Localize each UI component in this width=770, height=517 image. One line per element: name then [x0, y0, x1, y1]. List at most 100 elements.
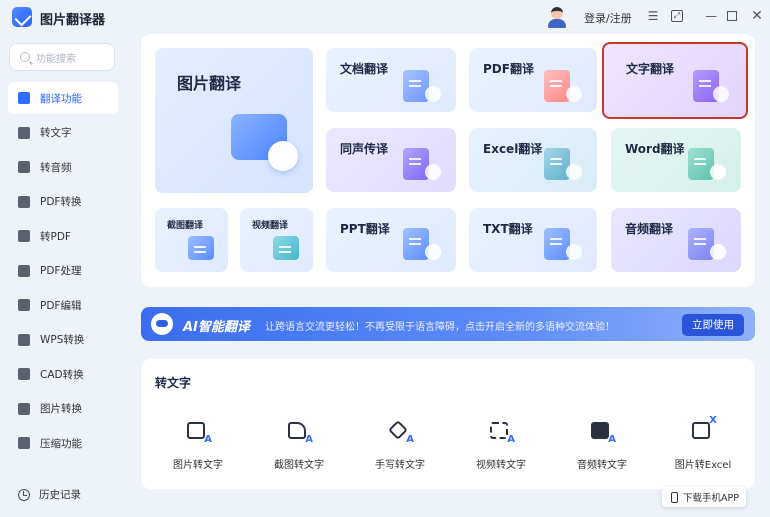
tool-label: 手写转文字: [375, 460, 425, 471]
video-icon: [273, 236, 299, 260]
sidebar-item-pdf-edit[interactable]: PDF编辑: [8, 289, 118, 321]
handwriting-text-icon: A: [388, 420, 414, 445]
tile-label: PDF翻译: [483, 62, 534, 76]
tile-label: 视频翻译: [252, 221, 289, 231]
tile-label: 图片翻译: [177, 74, 242, 93]
badge-icon: [710, 244, 726, 260]
sidebar-item-wps[interactable]: WPS转换: [8, 324, 118, 356]
txt-translate-tile[interactable]: TXT翻译: [469, 208, 597, 272]
pin-icon[interactable]: ⤢: [671, 10, 683, 22]
ppt-translate-tile[interactable]: PPT翻译: [326, 208, 456, 272]
sidebar-item-to-text[interactable]: 转文字: [8, 117, 118, 149]
sidebar-item-label: 转音频: [40, 161, 72, 174]
tile-label: 文档翻译: [340, 62, 389, 76]
tile-label: PPT翻译: [340, 222, 390, 236]
tool-screenshot-to-text[interactable]: A 截图转文字: [259, 420, 339, 471]
use-now-button[interactable]: 立即使用: [682, 314, 744, 336]
badge-icon: [425, 164, 441, 180]
tool-image-to-text[interactable]: A 图片转文字: [158, 420, 238, 471]
tool-label: 视频转文字: [476, 460, 526, 471]
ai-description: 让跨语言交流更轻松！不再受限于语言障碍，点击开启全新的多语种交流体验！: [265, 322, 615, 333]
sidebar-item-label: 转PDF: [40, 230, 71, 243]
tool-label: 截图转文字: [274, 460, 324, 471]
history-label: 历史记录: [39, 489, 81, 501]
tile-label: 截图翻译: [167, 221, 204, 231]
app-title: 图片翻译器: [40, 13, 106, 28]
robot-icon: [151, 313, 173, 335]
sidebar-item-pdf-convert[interactable]: PDF转换: [8, 186, 118, 218]
sidebar-item-compress[interactable]: 压缩功能: [8, 427, 118, 459]
search-box[interactable]: 功能搜索: [9, 43, 115, 71]
sidebar-item-translate[interactable]: 翻译功能: [8, 82, 118, 114]
image-excel-icon: X: [692, 415, 717, 442]
sidebar-item-label: PDF编辑: [40, 299, 82, 312]
sidebar-item-pdf-process[interactable]: PDF处理: [8, 255, 118, 287]
image-text-icon: A: [187, 420, 212, 445]
swap-icon: [713, 86, 729, 102]
minimize-icon[interactable]: —: [704, 9, 718, 23]
sidebar-item-label: CAD转换: [40, 368, 84, 381]
sidebar-item-image-convert[interactable]: 图片转换: [8, 393, 118, 425]
sidebar-item-to-pdf[interactable]: 转PDF: [8, 220, 118, 252]
sidebar-item-label: PDF转换: [40, 196, 82, 208]
sidebar-item-label: PDF处理: [40, 265, 82, 277]
user-avatar[interactable]: [546, 5, 568, 29]
tile-label: 音频翻译: [625, 222, 674, 236]
screenshot-icon: [188, 236, 214, 260]
tile-label: Word翻译: [625, 142, 685, 156]
search-placeholder: 功能搜索: [36, 53, 76, 65]
menu-icon[interactable]: ☰: [646, 9, 660, 23]
tool-video-to-text[interactable]: A 视频转文字: [461, 420, 541, 471]
ai-banner: AI智能翻译 让跨语言交流更轻松！不再受限于语言障碍，点击开启全新的多语种交流体…: [141, 307, 755, 341]
image-convert-icon: [18, 402, 30, 415]
title-bar: 图片翻译器 登录/注册 ☰ ⤢ — ✕: [0, 0, 770, 34]
badge-icon: [710, 164, 726, 180]
phone-icon: [671, 491, 678, 503]
pdf-translate-tile[interactable]: PDF翻译: [469, 48, 597, 112]
pdf-edit-icon: [18, 299, 30, 311]
tile-label: TXT翻译: [483, 222, 533, 236]
maximize-icon[interactable]: [727, 11, 737, 21]
sidebar-item-label: 图片转换: [40, 403, 82, 415]
audio-text-icon: A: [591, 420, 616, 445]
sim-translate-tile[interactable]: 同声传译: [326, 128, 456, 192]
doc-translate-tile[interactable]: 文档翻译: [326, 48, 456, 112]
undo-icon: [268, 141, 298, 171]
word-translate-tile[interactable]: Word翻译: [611, 128, 741, 192]
wps-icon: [18, 333, 30, 346]
clock-icon: [18, 488, 30, 501]
screenshot-translate-tile[interactable]: 截图翻译: [155, 208, 228, 272]
sidebar-item-cad[interactable]: CAD转换: [8, 358, 118, 390]
ai-title: AI智能翻译: [183, 320, 250, 335]
tool-image-to-excel[interactable]: X 图片转Excel: [663, 415, 743, 471]
search-icon: [20, 52, 30, 62]
tool-handwriting-to-text[interactable]: A 手写转文字: [360, 420, 440, 471]
audio-translate-tile[interactable]: 音频翻译: [611, 208, 741, 272]
screenshot-text-icon: A: [288, 420, 313, 445]
history-button[interactable]: 历史记录: [18, 487, 81, 502]
compress-icon: [18, 437, 30, 449]
cad-icon: [18, 368, 30, 380]
tool-audio-to-text[interactable]: A 音频转文字: [562, 420, 642, 471]
tool-label: 图片转文字: [173, 460, 223, 471]
badge-icon: [566, 86, 582, 102]
download-app-button[interactable]: 下载手机APP: [662, 487, 746, 507]
pdf-process-icon: [18, 264, 30, 277]
tile-label: 文字翻译: [626, 62, 675, 76]
excel-translate-tile[interactable]: Excel翻译: [469, 128, 597, 192]
app-logo-icon: [12, 7, 32, 27]
image-translate-tile[interactable]: 图片翻译: [155, 48, 313, 193]
text-translate-tile[interactable]: 文字翻译: [602, 42, 748, 119]
video-text-icon: A: [490, 420, 515, 445]
video-translate-tile[interactable]: 视频翻译: [240, 208, 313, 272]
close-icon[interactable]: ✕: [750, 9, 764, 23]
login-button[interactable]: 登录/注册: [584, 10, 632, 26]
sidebar-nav: 翻译功能 转文字 转音频 PDF转换 转PDF PDF处理 PDF编辑 WPS转…: [8, 82, 118, 462]
sidebar-item-to-audio[interactable]: 转音频: [8, 151, 118, 183]
text-icon: [18, 126, 30, 139]
pdf-convert-icon: [18, 195, 30, 208]
badge-icon: [425, 86, 441, 102]
badge-icon: [425, 244, 441, 260]
tile-label: Excel翻译: [483, 142, 543, 156]
badge-icon: [566, 164, 582, 180]
